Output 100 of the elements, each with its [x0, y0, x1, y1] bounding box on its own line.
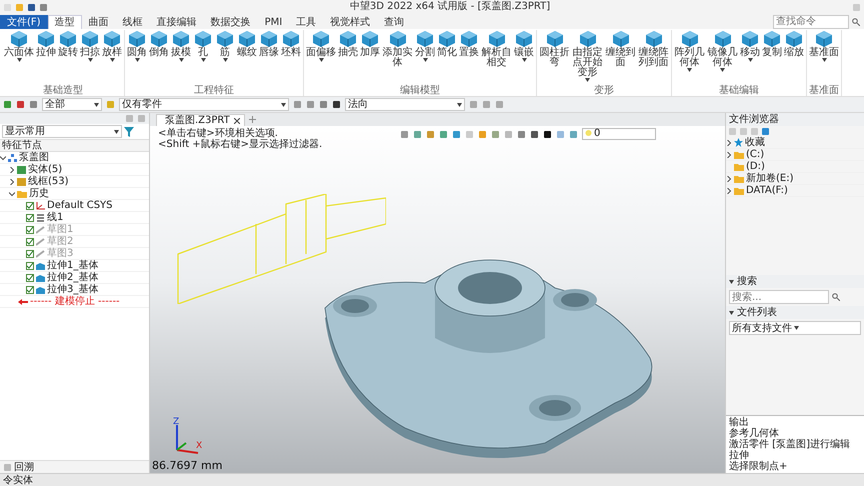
ribbon-button[interactable]: 拔模	[170, 30, 192, 62]
display-mode-dropdown[interactable]: 显示常用	[2, 125, 122, 138]
ribbon-button[interactable]: 添加实体	[381, 30, 414, 68]
tree-item[interactable]: 线1	[47, 212, 64, 223]
checkbox[interactable]	[26, 262, 34, 270]
ribbon-tab[interactable]: 造型	[48, 15, 82, 29]
cube-icon	[784, 30, 804, 48]
checkbox[interactable]	[26, 214, 34, 222]
chevron-icon[interactable]	[726, 152, 732, 158]
ribbon-tab[interactable]: 工具	[289, 15, 324, 29]
ribbon-button[interactable]: 基准面	[808, 30, 840, 62]
group-title: 变形	[593, 86, 615, 96]
tree-item[interactable]: 拉伸3_基体	[47, 284, 98, 295]
file-browser-item[interactable]: (C:)	[746, 149, 764, 160]
ribbon-button[interactable]: 唇缘	[258, 30, 280, 58]
layer-dropdown[interactable]: 0	[582, 128, 656, 140]
chevron-icon[interactable]	[726, 188, 732, 194]
cube-icon	[610, 30, 630, 48]
output-line: 拉伸	[729, 450, 750, 461]
tree-item[interactable]: 拉伸1_基体	[47, 260, 98, 271]
cube-icon	[388, 30, 408, 48]
ribbon-button[interactable]: 面偏移	[305, 30, 337, 62]
ribbon-button[interactable]: 分割	[414, 30, 436, 62]
command-search-field[interactable]: 查找命令	[773, 14, 849, 28]
section-title[interactable]: 搜索	[737, 276, 757, 288]
ribbon-button[interactable]: 六面体	[3, 30, 35, 62]
ribbon-button[interactable]: 坯料	[280, 30, 302, 58]
direction-dropdown[interactable]: 法向	[345, 98, 465, 111]
rollback-label[interactable]: 回溯	[14, 462, 34, 472]
file-menu[interactable]: 文件(F)	[0, 15, 48, 29]
file-browser-item[interactable]: (D:)	[746, 161, 765, 172]
stop-marker-label[interactable]: ------ 建模停止 ------	[30, 296, 120, 307]
checkbox[interactable]	[26, 226, 34, 234]
window-title: 中望3D 2022 x64 试用版 - [泵盖图.Z3PRT]	[348, 1, 552, 13]
checkbox[interactable]	[26, 238, 34, 246]
file-browser-item[interactable]: DATA(F:)	[746, 185, 788, 196]
ribbon-button[interactable]: 孔	[192, 30, 214, 62]
ribbon-tab[interactable]: 视觉样式	[323, 15, 378, 29]
caret-icon	[729, 280, 734, 284]
chevron-icon[interactable]	[0, 154, 6, 160]
file-type-dropdown[interactable]: 所有支持文件	[729, 321, 861, 335]
ribbon-button[interactable]: 放样	[101, 30, 123, 62]
output-line: 参考几何体	[729, 428, 780, 439]
document-tab[interactable]: 泵盖图.Z3PRT	[156, 114, 245, 126]
ribbon-tab[interactable]: 数据交换	[204, 15, 258, 29]
status-text: 令实体	[3, 474, 33, 486]
tree-item[interactable]: 实体(5)	[28, 164, 62, 175]
file-browser-item[interactable]: 新加卷(E:)	[746, 173, 794, 184]
checkbox[interactable]	[26, 274, 34, 282]
ribbon-button[interactable]: 螺纹	[236, 30, 258, 58]
checkbox[interactable]	[26, 286, 34, 294]
scope-dropdown[interactable]: 全部	[42, 98, 102, 111]
chevron-icon[interactable]	[9, 190, 15, 196]
tree-item[interactable]: 线框(53)	[28, 176, 69, 187]
search-icon[interactable]	[852, 18, 860, 26]
ribbon-button[interactable]: 圆角	[126, 30, 148, 62]
chevron-icon[interactable]	[726, 140, 732, 146]
ribbon-button[interactable]: 移动	[739, 30, 761, 62]
ribbon-button[interactable]: 筋	[214, 30, 236, 62]
ribbon-button[interactable]: 复制	[761, 30, 783, 58]
file-browser-item[interactable]: 收藏	[745, 137, 765, 148]
ribbon-button[interactable]: 镜像几何体	[706, 30, 739, 72]
chevron-icon[interactable]	[9, 178, 15, 184]
part-filter-dropdown[interactable]: 仅有零件	[119, 98, 289, 111]
ribbon-button[interactable]: 简化	[436, 30, 458, 58]
measurement-readout: 86.7697 mm	[152, 459, 222, 472]
chevron-icon[interactable]	[726, 176, 732, 182]
ribbon-button[interactable]: 解析自相交	[480, 30, 513, 68]
tree-item[interactable]: 历史	[29, 188, 49, 199]
ribbon-tab[interactable]: 曲面	[82, 15, 116, 29]
ribbon-button[interactable]: 圆柱折弯	[538, 30, 571, 68]
ribbon-button[interactable]: 缠绕到面	[604, 30, 637, 68]
checkbox[interactable]	[26, 250, 34, 258]
ribbon-button[interactable]: 倒角	[148, 30, 170, 58]
tree-item[interactable]: 拉伸2_基体	[47, 272, 98, 283]
add-tab-icon[interactable]	[248, 116, 256, 123]
ribbon-button[interactable]: 扫掠	[79, 30, 101, 62]
ribbon-tab[interactable]: PMI	[258, 15, 290, 29]
ribbon-button[interactable]: 缠绕阵列到面	[637, 30, 670, 68]
ribbon-button[interactable]: 由指定点开始变形	[571, 30, 604, 82]
ribbon-tab[interactable]: 线框	[116, 15, 150, 29]
ribbon-button[interactable]: 抽壳	[337, 30, 359, 58]
ribbon-button[interactable]: 缩放	[783, 30, 805, 58]
ribbon-button[interactable]: 拉伸	[35, 30, 57, 58]
tree-item[interactable]: Default CSYS	[47, 200, 113, 211]
ribbon-tab[interactable]: 直接编辑	[150, 15, 204, 29]
ribbon-button[interactable]: 加厚	[359, 30, 381, 58]
checkbox[interactable]	[26, 202, 34, 210]
output-title: 输出	[729, 417, 750, 428]
ribbon-tab[interactable]: 查询	[377, 15, 412, 29]
search-icon[interactable]	[832, 293, 840, 301]
caret-icon	[114, 130, 119, 134]
ribbon-button[interactable]: 旋转	[57, 30, 79, 58]
ribbon-button[interactable]: 阵列几何体	[673, 30, 706, 72]
cube-icon	[712, 30, 732, 48]
ribbon-button[interactable]: 镶嵌	[513, 30, 535, 62]
chevron-icon[interactable]	[9, 166, 15, 172]
ribbon-button[interactable]: 置换	[458, 30, 480, 58]
search-field[interactable]: 搜索...	[729, 290, 829, 304]
tree-item[interactable]: 泵盖图	[19, 152, 49, 163]
